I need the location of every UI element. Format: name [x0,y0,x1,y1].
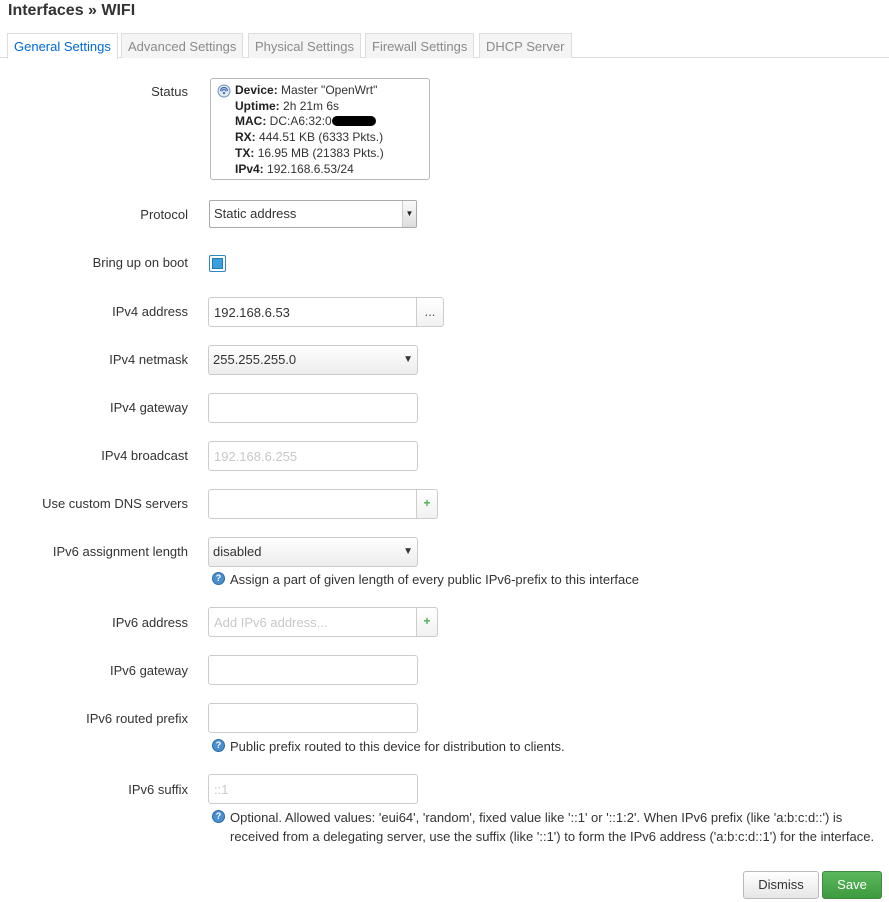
ipv4-broadcast-input[interactable] [208,441,418,471]
chevron-down-icon: ▼ [403,354,413,365]
status-mac: MAC: DC:A6:32:0 [235,114,423,130]
help-icon: ? [212,739,225,752]
ipv6-address-input[interactable] [208,607,417,637]
ipv4-address-options-button[interactable]: ... [417,297,444,327]
tab-general-settings[interactable]: General Settings [7,33,118,59]
tab-firewall-settings[interactable]: Firewall Settings [365,33,475,58]
ipv4-address-input[interactable] [208,297,417,327]
status-label: Status [151,84,188,99]
tab-dhcp-server[interactable]: DHCP Server [479,33,572,58]
checkbox-checked-mark [212,258,223,269]
ipv4-gateway-input[interactable] [208,393,418,423]
help-icon: ? [212,810,225,823]
protocol-value: Static address [214,206,297,221]
ipv6-assign-select[interactable]: disabled ▼ [208,537,418,567]
help-icon: ? [212,572,225,585]
dns-input[interactable] [208,489,417,519]
ipv4-gateway-label: IPv4 gateway [109,400,188,415]
ipv6-suffix-label: IPv6 suffix [128,782,188,797]
ipv6-assign-help: ? Assign a part of given length of every… [212,570,639,589]
ipv4-netmask-label: IPv4 netmask [109,352,188,367]
status-device: Device: Master "OpenWrt" [235,83,378,97]
status-tx: TX: 16.95 MB (21383 Pkts.) [235,145,384,160]
ipv6-address-add-button[interactable]: + [417,607,438,637]
dns-add-button[interactable]: + [417,489,438,519]
chevron-down-icon: ▼ [403,546,413,557]
page-title: Interfaces » WIFI [8,2,136,19]
protocol-label: Protocol [140,207,188,222]
ipv4-broadcast-label: IPv4 broadcast [101,448,188,463]
ipv4-netmask-value: 255.255.255.0 [213,352,297,367]
dismiss-button[interactable]: Dismiss [743,871,819,899]
ipv6-assign-value: disabled [213,544,262,559]
tab-bar: General Settings Advanced Settings Physi… [0,33,889,59]
dns-label: Use custom DNS servers [42,496,188,511]
protocol-select[interactable]: Static address ▼ [209,200,417,228]
status-uptime: Uptime: 2h 21m 6s [235,98,340,113]
wifi-signal-icon [217,84,231,98]
status-box: Device: Master "OpenWrt" Uptime: 2h 21m … [210,78,430,180]
ipv6-gateway-input[interactable] [208,655,418,685]
ipv6-gateway-label: IPv6 gateway [109,663,188,678]
ipv6-prefix-help: ? Public prefix routed to this device fo… [212,737,565,756]
ipv6-prefix-input[interactable] [208,703,418,733]
ipv6-suffix-help: ? Optional. Allowed values: 'eui64', 'ra… [212,808,882,846]
status-rx: RX: 444.51 KB (6333 Pkts.) [235,130,384,145]
boot-label: Bring up on boot [92,255,188,270]
ipv4-address-label: IPv4 address [112,304,188,319]
redacted-mark [331,116,376,127]
status-ipv4: IPv4: 192.168.6.53/24 [235,161,354,176]
ipv4-netmask-select[interactable]: 255.255.255.0 ▼ [208,345,418,375]
ipv6-address-label: IPv6 address [112,615,188,630]
save-button[interactable]: Save [822,871,882,899]
tab-physical-settings[interactable]: Physical Settings [248,33,361,58]
tab-advanced-settings[interactable]: Advanced Settings [121,33,244,58]
chevron-down-icon[interactable]: ▼ [402,201,416,227]
ipv6-suffix-input[interactable] [208,774,418,804]
boot-checkbox[interactable] [209,255,226,272]
ipv6-assign-label: IPv6 assignment length [52,544,188,559]
ipv6-prefix-label: IPv6 routed prefix [86,711,188,726]
